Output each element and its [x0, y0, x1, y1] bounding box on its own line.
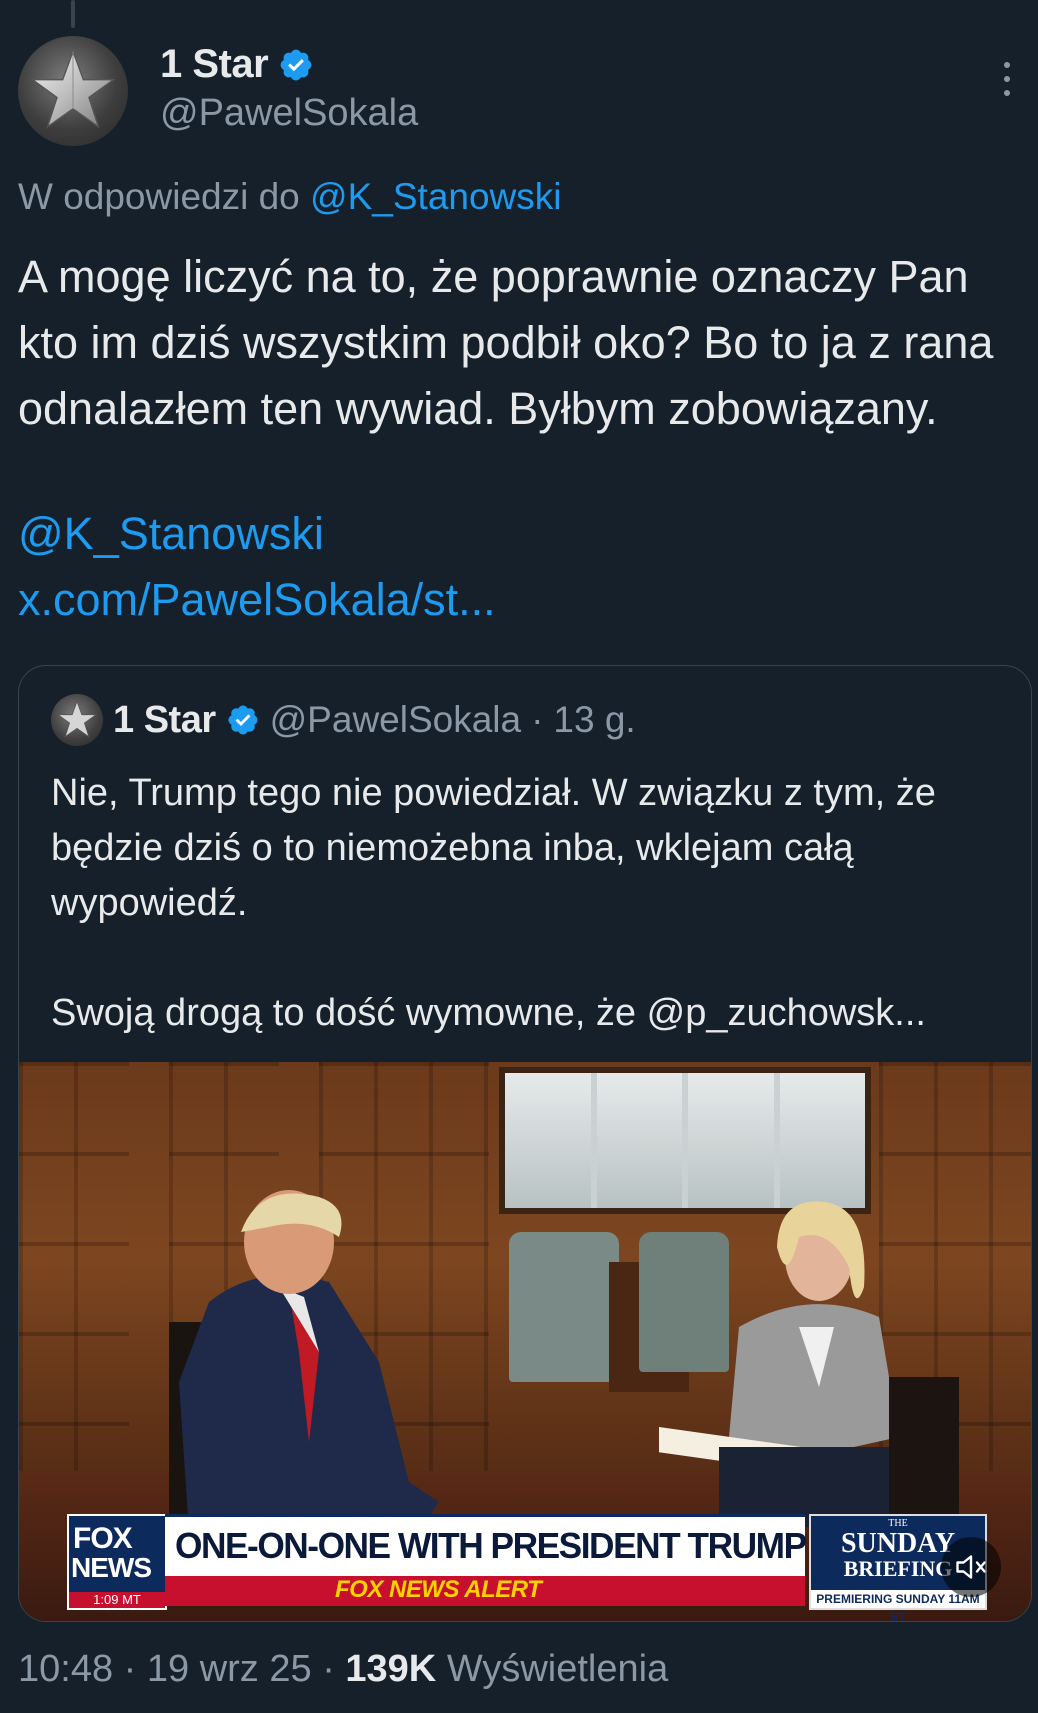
more-options-icon[interactable] — [1000, 62, 1014, 96]
chair-image — [509, 1232, 619, 1382]
quoted-tweet-text: Nie, Trump tego nie powiedział. W związk… — [51, 766, 1011, 1041]
logo-news: NEWS — [71, 1552, 152, 1583]
star-icon — [30, 49, 116, 129]
tweet-metadata: 10:48 · 19 wrz 25 · 139K Wyświetlenia — [18, 1648, 668, 1691]
broadcast-clock: 1:09 MT — [69, 1592, 165, 1608]
tweet-url-link[interactable]: x.com/PawelSokala/st... — [18, 574, 496, 626]
headline-bar: ONE-ON-ONE WITH PRESIDENT TRUMP — [165, 1514, 807, 1579]
fox-news-logo: FOX NEWS 1:09 MT — [67, 1514, 167, 1610]
views-label: Wyświetlenia — [446, 1648, 669, 1690]
avatar[interactable] — [18, 36, 128, 146]
speaker-muted-icon — [956, 1555, 986, 1579]
logo-fox: FOX — [73, 1522, 133, 1555]
verified-badge-icon — [228, 705, 258, 735]
tweet-date[interactable]: 19 wrz 25 — [147, 1648, 312, 1690]
quoted-tweet-header: 1 Star @PawelSokala · 13 g. — [51, 694, 636, 746]
reply-mention-link[interactable]: @K_Stanowski — [310, 176, 561, 217]
tweet-header: 1 Star @PawelSokala — [18, 36, 1020, 146]
quoted-handle[interactable]: @PawelSokala — [270, 699, 521, 741]
separator-dot: · — [123, 1648, 137, 1690]
alert-bar: FOX NEWS ALERT — [165, 1576, 805, 1606]
tweet-time[interactable]: 10:48 — [18, 1648, 113, 1690]
tweet-text: A mogę liczyć na to, że poprawnie oznacz… — [18, 251, 994, 434]
thread-connector-line — [71, 0, 75, 28]
quoted-timestamp[interactable]: 13 g. — [553, 699, 635, 741]
reply-context: W odpowiedzi do @K_Stanowski — [18, 176, 562, 218]
news-lower-third: FOX NEWS 1:09 MT ONE-ON-ONE WITH PRESIDE… — [67, 1514, 987, 1621]
quoted-paragraph-1: Nie, Trump tego nie powiedział. W związk… — [51, 772, 936, 924]
star-icon — [56, 700, 98, 738]
tweet-mention-link[interactable]: @K_Stanowski — [18, 508, 324, 560]
user-handle[interactable]: @PawelSokala — [160, 92, 418, 135]
video-media[interactable]: FOX NEWS 1:09 MT ONE-ON-ONE WITH PRESIDE… — [19, 1062, 1031, 1621]
quoted-display-name[interactable]: 1 Star — [113, 699, 216, 742]
quoted-avatar[interactable] — [51, 694, 103, 746]
mute-button[interactable] — [941, 1537, 1001, 1597]
reply-prefix: W odpowiedzi do — [18, 176, 300, 217]
separator-dot: · — [322, 1648, 335, 1690]
separator-dot: · — [531, 699, 544, 740]
quoted-tweet-card[interactable]: 1 Star @PawelSokala · 13 g. Nie, Trump t… — [18, 665, 1032, 1622]
quoted-paragraph-2: Swoją drogą to dość wymowne, że @p_zucho… — [51, 992, 926, 1034]
wood-panel — [19, 1062, 129, 1482]
views-count: 139K — [345, 1648, 437, 1690]
verified-badge-icon — [280, 49, 312, 80]
interviewer-figure — [659, 1201, 959, 1527]
headline-text: ONE-ON-ONE WITH PRESIDENT TRUMP — [175, 1525, 807, 1566]
display-name[interactable]: 1 Star — [160, 42, 269, 87]
alert-text: FOX NEWS ALERT — [335, 1576, 542, 1603]
interviewee-figure — [169, 1190, 439, 1532]
